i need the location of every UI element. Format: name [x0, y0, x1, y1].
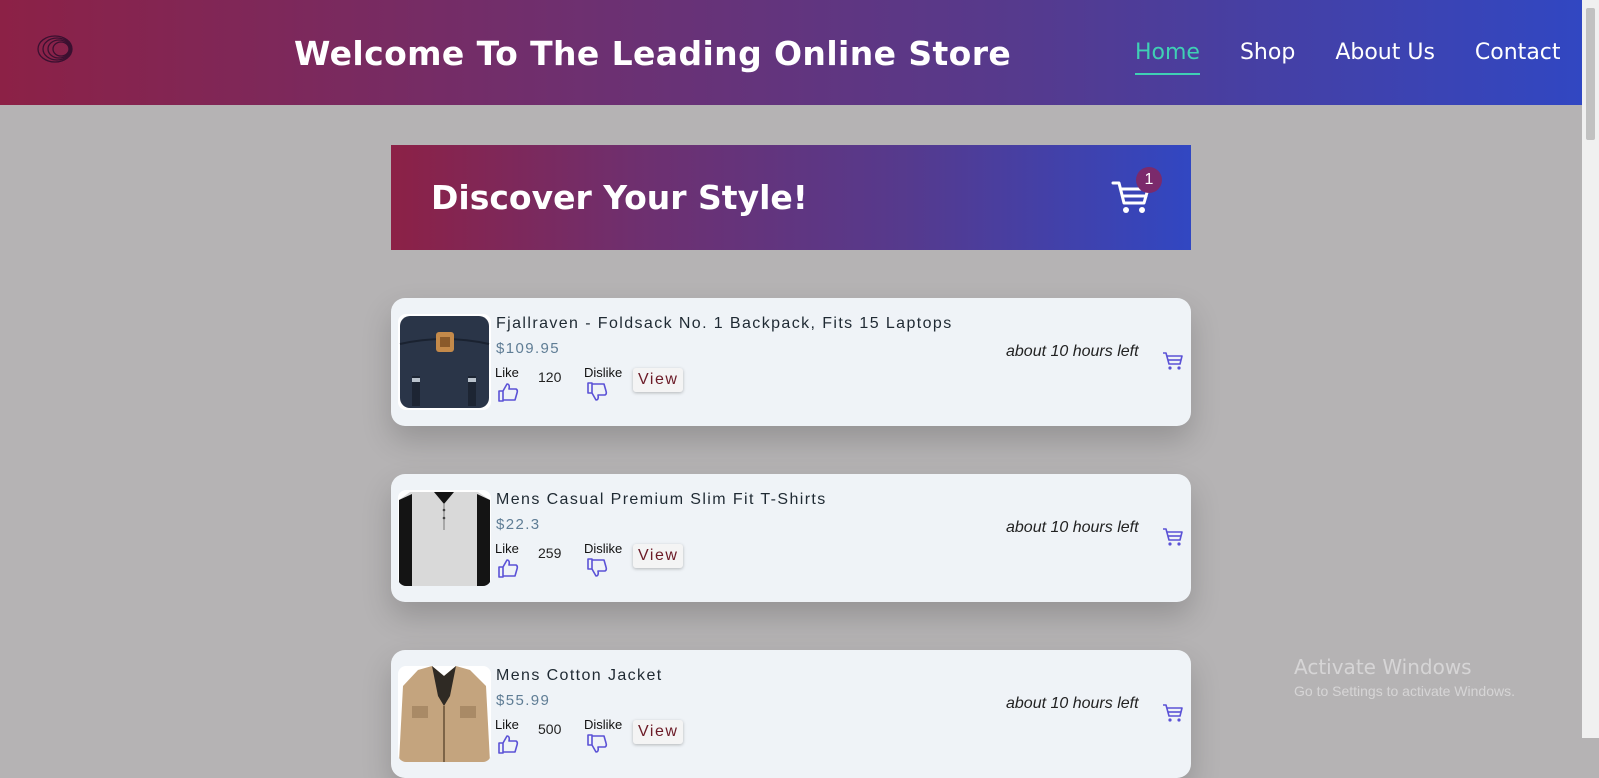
product-card: Mens Cotton Jacket $55.99 Like 500 Disli… [391, 650, 1191, 778]
hero-heading: Discover Your Style! [431, 178, 808, 217]
like-count: 500 [538, 721, 562, 737]
concentric-circles-logo-icon[interactable] [36, 33, 78, 65]
like-label: Like [495, 365, 519, 380]
thumbs-up-icon[interactable] [497, 558, 519, 578]
time-left-text: about 10 hours left [1006, 695, 1139, 712]
thumbs-up-icon[interactable] [497, 382, 519, 402]
top-navbar: Welcome To The Leading Online Store Home… [0, 0, 1582, 105]
cart-count-badge: 1 [1136, 167, 1162, 193]
product-image-backpack[interactable] [398, 314, 491, 410]
product-title[interactable]: Mens Casual Premium Slim Fit T-Shirts [496, 491, 827, 509]
product-price: $55.99 [496, 692, 551, 709]
product-price: $22.3 [496, 516, 541, 533]
nav-shop-link[interactable]: Shop [1240, 40, 1295, 65]
like-label: Like [495, 541, 519, 556]
thumbs-down-icon[interactable] [586, 558, 608, 578]
site-title: Welcome To The Leading Online Store [294, 34, 1012, 73]
watermark-subtitle: Go to Settings to activate Windows. [1294, 683, 1515, 699]
view-button[interactable]: View [633, 368, 684, 392]
main-nav: Home Shop About Us Contact [1135, 40, 1599, 75]
scrollbar-thumb[interactable] [1586, 8, 1595, 140]
hero-banner: Discover Your Style! 1 [391, 145, 1191, 250]
view-button[interactable]: View [633, 720, 684, 744]
dislike-label: Dislike [584, 365, 623, 380]
add-to-cart-icon[interactable] [1162, 703, 1184, 723]
activate-windows-watermark: Activate Windows Go to Settings to activ… [1294, 655, 1515, 699]
product-title[interactable]: Fjallraven - Foldsack No. 1 Backpack, Fi… [496, 315, 953, 333]
add-to-cart-icon[interactable] [1162, 527, 1184, 547]
product-price: $109.95 [496, 340, 561, 357]
like-count: 120 [538, 369, 562, 385]
nav-contact-link[interactable]: Contact [1475, 40, 1561, 65]
watermark-title: Activate Windows [1294, 655, 1472, 679]
view-button[interactable]: View [633, 544, 684, 568]
thumbs-up-icon[interactable] [497, 734, 519, 754]
product-image-jacket[interactable] [398, 666, 491, 762]
time-left-text: about 10 hours left [1006, 519, 1139, 536]
dislike-label: Dislike [584, 717, 623, 732]
product-card: Mens Casual Premium Slim Fit T-Shirts $2… [391, 474, 1191, 602]
thumbs-down-icon[interactable] [586, 382, 608, 402]
dislike-label: Dislike [584, 541, 623, 556]
nav-home-link[interactable]: Home [1135, 40, 1200, 75]
product-image-tshirt[interactable] [398, 490, 491, 586]
product-card: Fjallraven - Foldsack No. 1 Backpack, Fi… [391, 298, 1191, 426]
like-label: Like [495, 717, 519, 732]
add-to-cart-icon[interactable] [1162, 351, 1184, 371]
product-title[interactable]: Mens Cotton Jacket [496, 667, 663, 685]
time-left-text: about 10 hours left [1006, 343, 1139, 360]
vertical-scrollbar[interactable] [1582, 0, 1599, 738]
thumbs-down-icon[interactable] [586, 734, 608, 754]
nav-about-link[interactable]: About Us [1335, 40, 1435, 65]
like-count: 259 [538, 545, 562, 561]
